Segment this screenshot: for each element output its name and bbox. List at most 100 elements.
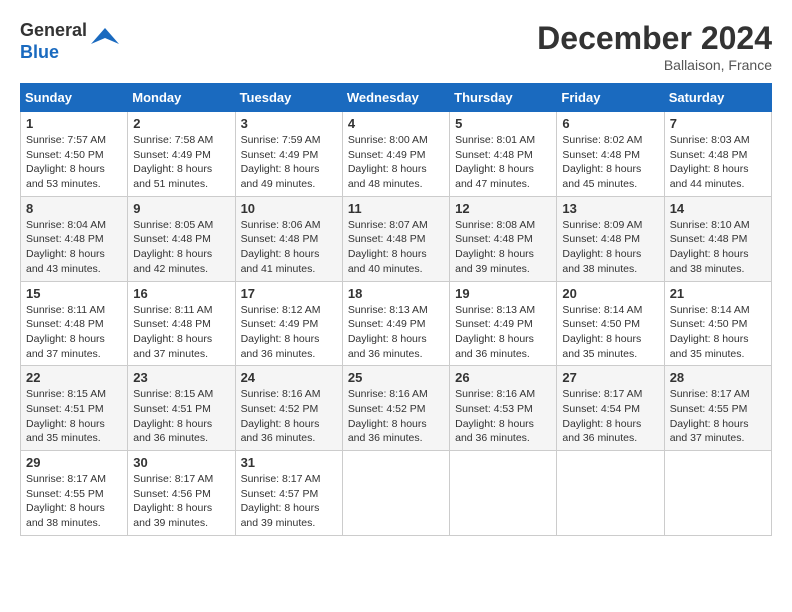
column-header-saturday: Saturday [664,84,771,112]
column-header-thursday: Thursday [450,84,557,112]
logo-text: General Blue [20,20,87,63]
calendar-cell: 7 Sunrise: 8:03 AM Sunset: 4:48 PM Dayli… [664,112,771,197]
day-info: Sunrise: 8:15 AM Sunset: 4:51 PM Dayligh… [133,387,229,446]
calendar-cell: 16 Sunrise: 8:11 AM Sunset: 4:48 PM Dayl… [128,281,235,366]
day-number: 1 [26,116,122,131]
day-info: Sunrise: 8:17 AM Sunset: 4:55 PM Dayligh… [26,472,122,531]
day-info: Sunrise: 8:03 AM Sunset: 4:48 PM Dayligh… [670,133,766,192]
calendar-cell: 27 Sunrise: 8:17 AM Sunset: 4:54 PM Dayl… [557,366,664,451]
day-info: Sunrise: 8:06 AM Sunset: 4:48 PM Dayligh… [241,218,337,277]
day-number: 7 [670,116,766,131]
day-number: 24 [241,370,337,385]
day-info: Sunrise: 8:10 AM Sunset: 4:48 PM Dayligh… [670,218,766,277]
day-info: Sunrise: 8:11 AM Sunset: 4:48 PM Dayligh… [26,303,122,362]
day-number: 22 [26,370,122,385]
calendar-cell: 10 Sunrise: 8:06 AM Sunset: 4:48 PM Dayl… [235,196,342,281]
day-info: Sunrise: 8:07 AM Sunset: 4:48 PM Dayligh… [348,218,444,277]
day-info: Sunrise: 8:14 AM Sunset: 4:50 PM Dayligh… [562,303,658,362]
calendar-body: 1 Sunrise: 7:57 AM Sunset: 4:50 PM Dayli… [21,112,772,536]
calendar-cell: 29 Sunrise: 8:17 AM Sunset: 4:55 PM Dayl… [21,451,128,536]
calendar-cell: 9 Sunrise: 8:05 AM Sunset: 4:48 PM Dayli… [128,196,235,281]
day-info: Sunrise: 8:04 AM Sunset: 4:48 PM Dayligh… [26,218,122,277]
day-number: 26 [455,370,551,385]
calendar-cell: 31 Sunrise: 8:17 AM Sunset: 4:57 PM Dayl… [235,451,342,536]
day-number: 20 [562,286,658,301]
calendar-cell: 15 Sunrise: 8:11 AM Sunset: 4:48 PM Dayl… [21,281,128,366]
calendar-cell: 5 Sunrise: 8:01 AM Sunset: 4:48 PM Dayli… [450,112,557,197]
column-header-sunday: Sunday [21,84,128,112]
title-section: December 2024 Ballaison, France [537,20,772,73]
day-number: 23 [133,370,229,385]
day-info: Sunrise: 8:13 AM Sunset: 4:49 PM Dayligh… [455,303,551,362]
calendar-cell: 8 Sunrise: 8:04 AM Sunset: 4:48 PM Dayli… [21,196,128,281]
day-info: Sunrise: 8:17 AM Sunset: 4:55 PM Dayligh… [670,387,766,446]
day-number: 6 [562,116,658,131]
day-number: 11 [348,201,444,216]
calendar-cell: 23 Sunrise: 8:15 AM Sunset: 4:51 PM Dayl… [128,366,235,451]
calendar-cell: 12 Sunrise: 8:08 AM Sunset: 4:48 PM Dayl… [450,196,557,281]
calendar-cell: 25 Sunrise: 8:16 AM Sunset: 4:52 PM Dayl… [342,366,449,451]
calendar-cell: 17 Sunrise: 8:12 AM Sunset: 4:49 PM Dayl… [235,281,342,366]
calendar-cell: 2 Sunrise: 7:58 AM Sunset: 4:49 PM Dayli… [128,112,235,197]
column-header-wednesday: Wednesday [342,84,449,112]
calendar-cell: 1 Sunrise: 7:57 AM Sunset: 4:50 PM Dayli… [21,112,128,197]
day-info: Sunrise: 8:09 AM Sunset: 4:48 PM Dayligh… [562,218,658,277]
day-info: Sunrise: 8:17 AM Sunset: 4:56 PM Dayligh… [133,472,229,531]
calendar-week-1: 1 Sunrise: 7:57 AM Sunset: 4:50 PM Dayli… [21,112,772,197]
calendar-cell: 19 Sunrise: 8:13 AM Sunset: 4:49 PM Dayl… [450,281,557,366]
day-number: 27 [562,370,658,385]
calendar-cell: 24 Sunrise: 8:16 AM Sunset: 4:52 PM Dayl… [235,366,342,451]
calendar-header-row: SundayMondayTuesdayWednesdayThursdayFrid… [21,84,772,112]
day-info: Sunrise: 8:16 AM Sunset: 4:52 PM Dayligh… [241,387,337,446]
calendar-cell: 18 Sunrise: 8:13 AM Sunset: 4:49 PM Dayl… [342,281,449,366]
day-number: 31 [241,455,337,470]
calendar-week-2: 8 Sunrise: 8:04 AM Sunset: 4:48 PM Dayli… [21,196,772,281]
day-info: Sunrise: 8:17 AM Sunset: 4:54 PM Dayligh… [562,387,658,446]
calendar-cell [450,451,557,536]
column-header-monday: Monday [128,84,235,112]
day-info: Sunrise: 7:59 AM Sunset: 4:49 PM Dayligh… [241,133,337,192]
calendar-cell: 30 Sunrise: 8:17 AM Sunset: 4:56 PM Dayl… [128,451,235,536]
day-number: 3 [241,116,337,131]
day-number: 17 [241,286,337,301]
day-number: 2 [133,116,229,131]
day-info: Sunrise: 8:16 AM Sunset: 4:52 PM Dayligh… [348,387,444,446]
page-header: General Blue December 2024 Ballaison, Fr… [20,20,772,73]
day-number: 10 [241,201,337,216]
day-info: Sunrise: 8:13 AM Sunset: 4:49 PM Dayligh… [348,303,444,362]
day-number: 25 [348,370,444,385]
calendar-cell [664,451,771,536]
calendar-cell [557,451,664,536]
logo: General Blue [20,20,119,63]
day-info: Sunrise: 8:00 AM Sunset: 4:49 PM Dayligh… [348,133,444,192]
day-number: 14 [670,201,766,216]
day-number: 19 [455,286,551,301]
day-number: 4 [348,116,444,131]
calendar-cell: 6 Sunrise: 8:02 AM Sunset: 4:48 PM Dayli… [557,112,664,197]
calendar-cell [342,451,449,536]
calendar-cell: 11 Sunrise: 8:07 AM Sunset: 4:48 PM Dayl… [342,196,449,281]
day-info: Sunrise: 8:15 AM Sunset: 4:51 PM Dayligh… [26,387,122,446]
day-info: Sunrise: 7:57 AM Sunset: 4:50 PM Dayligh… [26,133,122,192]
day-info: Sunrise: 8:05 AM Sunset: 4:48 PM Dayligh… [133,218,229,277]
calendar-cell: 26 Sunrise: 8:16 AM Sunset: 4:53 PM Dayl… [450,366,557,451]
day-number: 30 [133,455,229,470]
day-info: Sunrise: 8:01 AM Sunset: 4:48 PM Dayligh… [455,133,551,192]
calendar-week-5: 29 Sunrise: 8:17 AM Sunset: 4:55 PM Dayl… [21,451,772,536]
logo-icon [91,24,119,52]
calendar-table: SundayMondayTuesdayWednesdayThursdayFrid… [20,83,772,536]
day-number: 29 [26,455,122,470]
calendar-week-4: 22 Sunrise: 8:15 AM Sunset: 4:51 PM Dayl… [21,366,772,451]
day-number: 13 [562,201,658,216]
calendar-cell: 21 Sunrise: 8:14 AM Sunset: 4:50 PM Dayl… [664,281,771,366]
day-number: 21 [670,286,766,301]
day-info: Sunrise: 8:02 AM Sunset: 4:48 PM Dayligh… [562,133,658,192]
month-title: December 2024 [537,20,772,57]
day-number: 28 [670,370,766,385]
calendar-cell: 13 Sunrise: 8:09 AM Sunset: 4:48 PM Dayl… [557,196,664,281]
column-header-friday: Friday [557,84,664,112]
location: Ballaison, France [537,57,772,73]
calendar-cell: 22 Sunrise: 8:15 AM Sunset: 4:51 PM Dayl… [21,366,128,451]
day-info: Sunrise: 8:17 AM Sunset: 4:57 PM Dayligh… [241,472,337,531]
column-header-tuesday: Tuesday [235,84,342,112]
